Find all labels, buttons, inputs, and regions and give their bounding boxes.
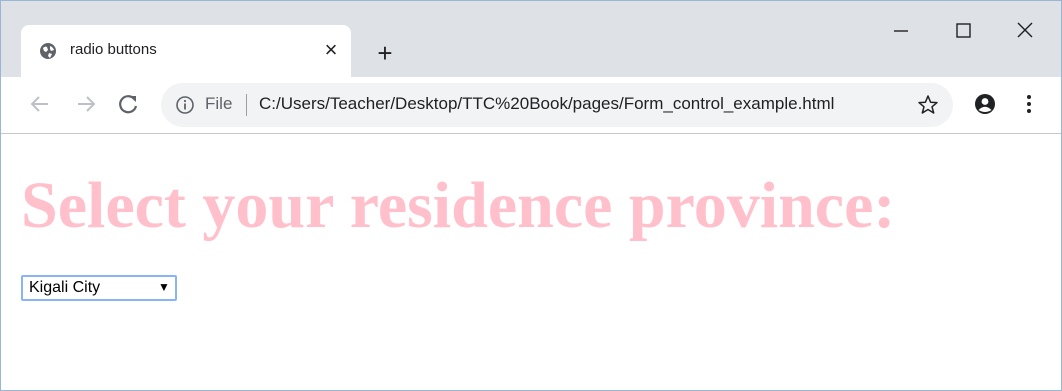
info-icon[interactable]: [175, 95, 195, 115]
maximize-icon[interactable]: [951, 19, 975, 43]
star-icon[interactable]: [917, 94, 939, 116]
toolbar: File C:/Users/Teacher/Desktop/TTC%20Book…: [1, 77, 1061, 134]
profile-icon[interactable]: [973, 92, 997, 116]
tab-title: radio buttons: [70, 41, 157, 58]
select-value: Kigali City: [29, 279, 101, 296]
globe-icon: [40, 43, 56, 59]
tab-radio-buttons[interactable]: radio buttons ×: [21, 25, 351, 77]
menu-dots-icon[interactable]: [1017, 92, 1041, 116]
browser-window: radio buttons × + File C:/Users/Teacher/…: [0, 0, 1062, 391]
dropdown-arrow-icon: ▼: [158, 280, 170, 294]
address-bar[interactable]: File C:/Users/Teacher/Desktop/TTC%20Book…: [161, 83, 953, 127]
url-text[interactable]: C:/Users/Teacher/Desktop/TTC%20Book/page…: [259, 94, 834, 114]
reload-icon[interactable]: [115, 91, 141, 117]
scheme-label: File: [205, 94, 233, 113]
page-content: Select your residence province: Kigali C…: [1, 134, 1061, 390]
divider: [246, 94, 247, 116]
tab-strip: radio buttons × +: [1, 1, 1061, 77]
minimize-icon[interactable]: [889, 19, 913, 43]
close-icon[interactable]: ×: [319, 38, 343, 62]
plus-icon[interactable]: +: [371, 39, 399, 67]
forward-arrow-icon[interactable]: [73, 91, 99, 117]
back-arrow-icon[interactable]: [27, 91, 53, 117]
close-window-icon[interactable]: [1013, 19, 1037, 43]
province-select[interactable]: Kigali City ▼: [21, 275, 177, 301]
page-heading: Select your residence province:: [21, 169, 896, 242]
